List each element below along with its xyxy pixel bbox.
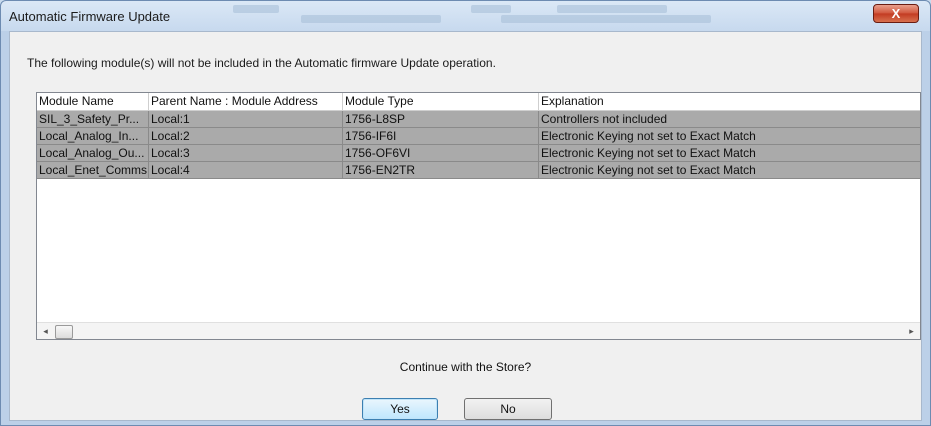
table-row[interactable]: Local_Analog_In... Local:2 1756-IF6I Ele… [37, 128, 920, 145]
column-header-parent-name[interactable]: Parent Name : Module Address [149, 93, 343, 110]
module-type-cell: 1756-L8SP [343, 111, 539, 127]
info-message: The following module(s) will not be incl… [27, 56, 496, 70]
parent-address-cell: Local:2 [149, 128, 343, 144]
firmware-update-dialog: Automatic Firmware Update X The followin… [0, 0, 931, 426]
module-name-cell: SIL_3_Safety_Pr... [37, 111, 149, 127]
column-header-module-type[interactable]: Module Type [343, 93, 539, 110]
column-header-module-name[interactable]: Module Name [37, 93, 149, 110]
parent-address-cell: Local:1 [149, 111, 343, 127]
close-button[interactable]: X [873, 4, 919, 23]
module-name-cell: Local_Analog_Ou... [37, 145, 149, 161]
explanation-cell: Electronic Keying not set to Exact Match [541, 146, 756, 160]
background-window-blur [301, 15, 441, 23]
parent-address-cell: Local:3 [149, 145, 343, 161]
horizontal-scrollbar[interactable]: ◂ ▸ [37, 322, 920, 339]
confirm-question: Continue with the Store? [399, 360, 532, 374]
module-list[interactable]: Module Name Parent Name : Module Address… [36, 92, 921, 340]
module-name-cell: Local_Analog_In... [37, 128, 149, 144]
scroll-left-icon[interactable]: ◂ [37, 323, 54, 339]
table-row[interactable]: Local_Analog_Ou... Local:3 1756-OF6VI El… [37, 145, 920, 162]
dialog-body: The following module(s) will not be incl… [9, 31, 922, 421]
title-bar[interactable]: Automatic Firmware Update X [1, 1, 930, 31]
table-row[interactable]: Local_Enet_Comms Local:4 1756-EN2TR Elec… [37, 162, 920, 179]
module-type-cell: 1756-EN2TR [343, 162, 539, 178]
column-headers: Module Name Parent Name : Module Address… [37, 93, 920, 111]
explanation-cell: Electronic Keying not set to Exact Match [541, 129, 756, 143]
close-icon: X [891, 6, 901, 21]
column-header-explanation[interactable]: Explanation [539, 93, 920, 110]
scrollbar-thumb[interactable] [55, 325, 73, 339]
module-type-cell: 1756-IF6I [343, 128, 539, 144]
table-row[interactable]: SIL_3_Safety_Pr... Local:1 1756-L8SP Con… [37, 111, 920, 128]
explanation-cell: Electronic Keying not set to Exact Match [541, 163, 756, 177]
yes-button[interactable]: Yes [362, 398, 438, 420]
background-window-blur [557, 5, 667, 13]
module-name-cell: Local_Enet_Comms [39, 162, 149, 178]
background-window-blur [471, 5, 511, 13]
background-window-blur [233, 5, 279, 13]
dialog-title: Automatic Firmware Update [9, 9, 171, 24]
background-window-blur [501, 15, 711, 23]
no-button[interactable]: No [464, 398, 552, 420]
explanation-cell: Controllers not included [541, 112, 668, 126]
parent-address-cell: Local:4 [149, 162, 343, 178]
scroll-right-icon[interactable]: ▸ [903, 323, 920, 339]
module-type-cell: 1756-OF6VI [343, 145, 539, 161]
